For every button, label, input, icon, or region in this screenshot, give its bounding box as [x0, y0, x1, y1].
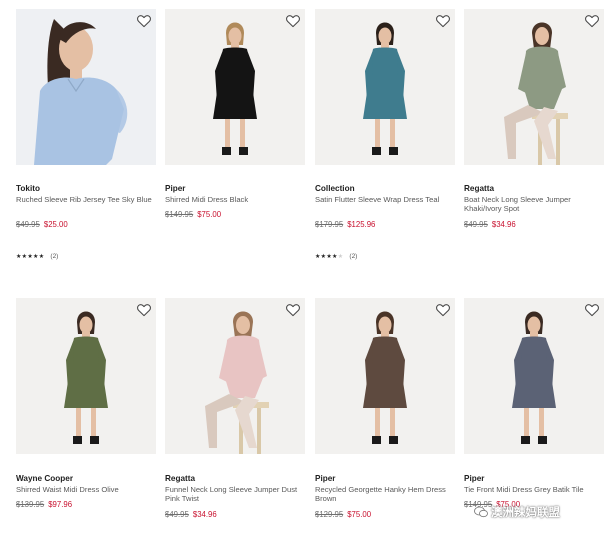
- sale-price: $97.96: [48, 500, 73, 509]
- product-prices: $49.95 $25.00: [16, 220, 68, 229]
- sale-price: $34.96: [192, 510, 217, 519]
- star-rating-icon: ★★★★★: [315, 254, 344, 260]
- product-name[interactable]: Satin Flutter Sleeve Wrap Dress Teal: [315, 195, 453, 204]
- product-brand: Tokito: [16, 184, 40, 193]
- product-brand: Regatta: [165, 474, 196, 483]
- watermark: 澳洲辣妈联盟: [474, 500, 604, 524]
- product-brand: Regatta: [464, 184, 495, 193]
- original-price: $179.95: [315, 220, 344, 229]
- product-image[interactable]: [315, 298, 455, 454]
- original-price: $49.95: [165, 510, 189, 519]
- product-prices: $129.95 $75.00: [315, 510, 371, 519]
- product-prices: $149.95 $75.00: [165, 210, 221, 219]
- sale-price: $34.96: [491, 220, 516, 229]
- product-image[interactable]: [16, 298, 156, 454]
- star-rating-icon: ★★★★★: [16, 254, 45, 260]
- original-price: $129.95: [315, 510, 344, 519]
- original-price: $139.95: [16, 500, 45, 509]
- product-image[interactable]: [315, 9, 455, 165]
- product-name[interactable]: Ruched Sleeve Rib Jersey Tee Sky Blue: [16, 195, 154, 204]
- product-image[interactable]: [165, 298, 305, 454]
- wishlist-heart-icon[interactable]: [136, 13, 152, 29]
- wishlist-heart-icon[interactable]: [285, 302, 301, 318]
- product-rating: ★★★★★ (2): [315, 253, 357, 260]
- sale-price: $25.00: [43, 220, 68, 229]
- product-name[interactable]: Funnel Neck Long Sleeve Jumper Dust Pink…: [165, 485, 303, 504]
- wechat-icon: [474, 506, 488, 518]
- product-brand: Piper: [165, 184, 186, 193]
- product-image[interactable]: [16, 9, 156, 165]
- wishlist-heart-icon[interactable]: [435, 302, 451, 318]
- review-count: (2): [50, 253, 59, 260]
- product-name[interactable]: Boat Neck Long Sleeve Jumper Khaki/Ivory…: [464, 195, 602, 214]
- product-prices: $49.95 $34.96: [464, 220, 516, 229]
- sale-price: $125.96: [347, 220, 376, 229]
- product-image[interactable]: [464, 9, 604, 165]
- original-price: $49.95: [16, 220, 40, 229]
- product-image[interactable]: [165, 9, 305, 165]
- product-prices: $179.95 $125.96: [315, 220, 375, 229]
- wishlist-heart-icon[interactable]: [435, 13, 451, 29]
- product-name[interactable]: Shirred Midi Dress Black: [165, 195, 303, 204]
- product-name[interactable]: Tie Front Midi Dress Grey Batik Tile: [464, 485, 602, 494]
- wishlist-heart-icon[interactable]: [136, 302, 152, 318]
- review-count: (2): [349, 253, 358, 260]
- product-grid: Tokito Ruched Sleeve Rib Jersey Tee Sky …: [0, 0, 607, 538]
- product-brand: Piper: [315, 474, 336, 483]
- wishlist-heart-icon[interactable]: [584, 13, 600, 29]
- wishlist-heart-icon[interactable]: [285, 13, 301, 29]
- product-prices: $49.95 $34.96: [165, 510, 217, 519]
- wishlist-heart-icon[interactable]: [584, 302, 600, 318]
- product-brand: Collection: [315, 184, 355, 193]
- sale-price: $75.00: [347, 510, 372, 519]
- product-brand: Piper: [464, 474, 485, 483]
- sale-price: $75.00: [197, 210, 222, 219]
- original-price: $149.95: [165, 210, 194, 219]
- original-price: $49.95: [464, 220, 488, 229]
- product-rating: ★★★★★ (2): [16, 253, 58, 260]
- product-image[interactable]: [464, 298, 604, 454]
- product-brand: Wayne Cooper: [16, 474, 74, 483]
- product-prices: $139.95 $97.96: [16, 500, 72, 509]
- product-name[interactable]: Shirred Waist Midi Dress Olive: [16, 485, 154, 494]
- product-name[interactable]: Recycled Georgette Hanky Hem Dress Brown: [315, 485, 453, 504]
- watermark-text: 澳洲辣妈联盟: [491, 507, 560, 519]
